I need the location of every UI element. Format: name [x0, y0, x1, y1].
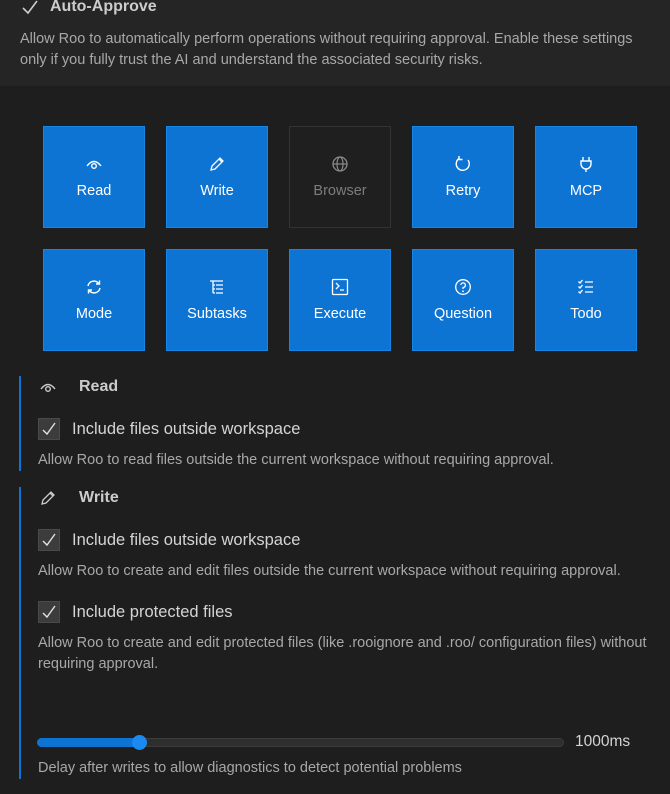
write-section-title: Write: [79, 489, 119, 506]
write-section-header: Write: [21, 487, 670, 509]
checkmark-icon: [42, 533, 56, 547]
question-icon: [455, 279, 471, 295]
write-delay-help: Delay after writes to allow diagnostics …: [38, 760, 462, 776]
toggle-write[interactable]: Write: [166, 126, 268, 228]
eye-icon: [40, 383, 56, 392]
slider-fill: [37, 738, 140, 747]
checkmark-icon: [42, 605, 56, 619]
toggle-mode[interactable]: Mode: [43, 249, 145, 351]
pencil-icon: [41, 491, 55, 505]
write-protected-files-help: Allow Roo to create and edit protected f…: [38, 635, 647, 672]
toggle-grid: Read Write Browser Retry MCP Mode Subtas…: [43, 126, 637, 351]
read-outside-workspace-checkbox[interactable]: [38, 418, 60, 440]
section-header: Auto-Approve: [20, 0, 157, 18]
toggle-label: Write: [200, 183, 234, 199]
write-outside-workspace-row: Include files outside workspace: [38, 529, 670, 551]
toggle-label: Execute: [313, 306, 367, 322]
toggle-subtasks[interactable]: Subtasks: [166, 249, 268, 351]
read-outside-workspace-help: Allow Roo to read files outside the curr…: [38, 452, 554, 468]
toggle-label: Question: [433, 306, 493, 322]
read-section-title: Read: [79, 378, 119, 395]
read-section-header: Read: [21, 376, 670, 398]
write-outside-workspace-label: Include files outside workspace: [72, 530, 301, 549]
slider-thumb[interactable]: [132, 735, 147, 750]
toggle-label: Mode: [75, 306, 113, 322]
plug-icon: [580, 157, 592, 172]
write-outside-workspace-help: Allow Roo to create and edit files outsi…: [38, 563, 621, 579]
write-protected-files-checkbox[interactable]: [38, 601, 60, 623]
refresh-icon: [455, 156, 470, 172]
write-delay-value: 1000ms: [575, 733, 631, 750]
toggle-browser[interactable]: Browser: [289, 126, 391, 228]
terminal-icon: [331, 278, 349, 296]
toggle-question[interactable]: Question: [412, 249, 514, 351]
read-outside-workspace-row: Include files outside workspace: [38, 418, 670, 440]
toggle-label: Subtasks: [187, 306, 247, 322]
write-protected-files-row: Include protected files: [38, 601, 670, 623]
check-icon: [22, 0, 38, 15]
list-tree-icon: [210, 280, 223, 294]
toggle-label: MCP: [569, 183, 603, 199]
toggle-retry[interactable]: Retry: [412, 126, 514, 228]
read-outside-workspace-label: Include files outside workspace: [72, 419, 301, 438]
pencil-icon: [210, 157, 224, 171]
write-delay-slider: 1000ms: [37, 733, 647, 751]
toggle-mcp[interactable]: MCP: [535, 126, 637, 228]
toggle-read[interactable]: Read: [43, 126, 145, 228]
page-title: Auto-Approve: [50, 0, 157, 15]
toggle-execute[interactable]: Execute: [289, 249, 391, 351]
toggle-label: Browser: [313, 183, 367, 199]
read-settings-section: Read Include files outside workspace All…: [19, 376, 670, 471]
globe-icon: [332, 156, 348, 172]
checkmark-icon: [42, 422, 56, 436]
toggle-todo[interactable]: Todo: [535, 249, 637, 351]
checklist-icon: [578, 279, 593, 294]
eye-icon: [86, 160, 102, 169]
write-outside-workspace-checkbox[interactable]: [38, 529, 60, 551]
toggle-label: Retry: [445, 183, 481, 199]
page-description: Allow Roo to automatically perform opera…: [20, 31, 633, 68]
write-protected-files-label: Include protected files: [72, 602, 233, 621]
toggle-label: Read: [76, 183, 112, 199]
sync-icon: [87, 280, 101, 294]
toggle-label: Todo: [570, 306, 602, 322]
